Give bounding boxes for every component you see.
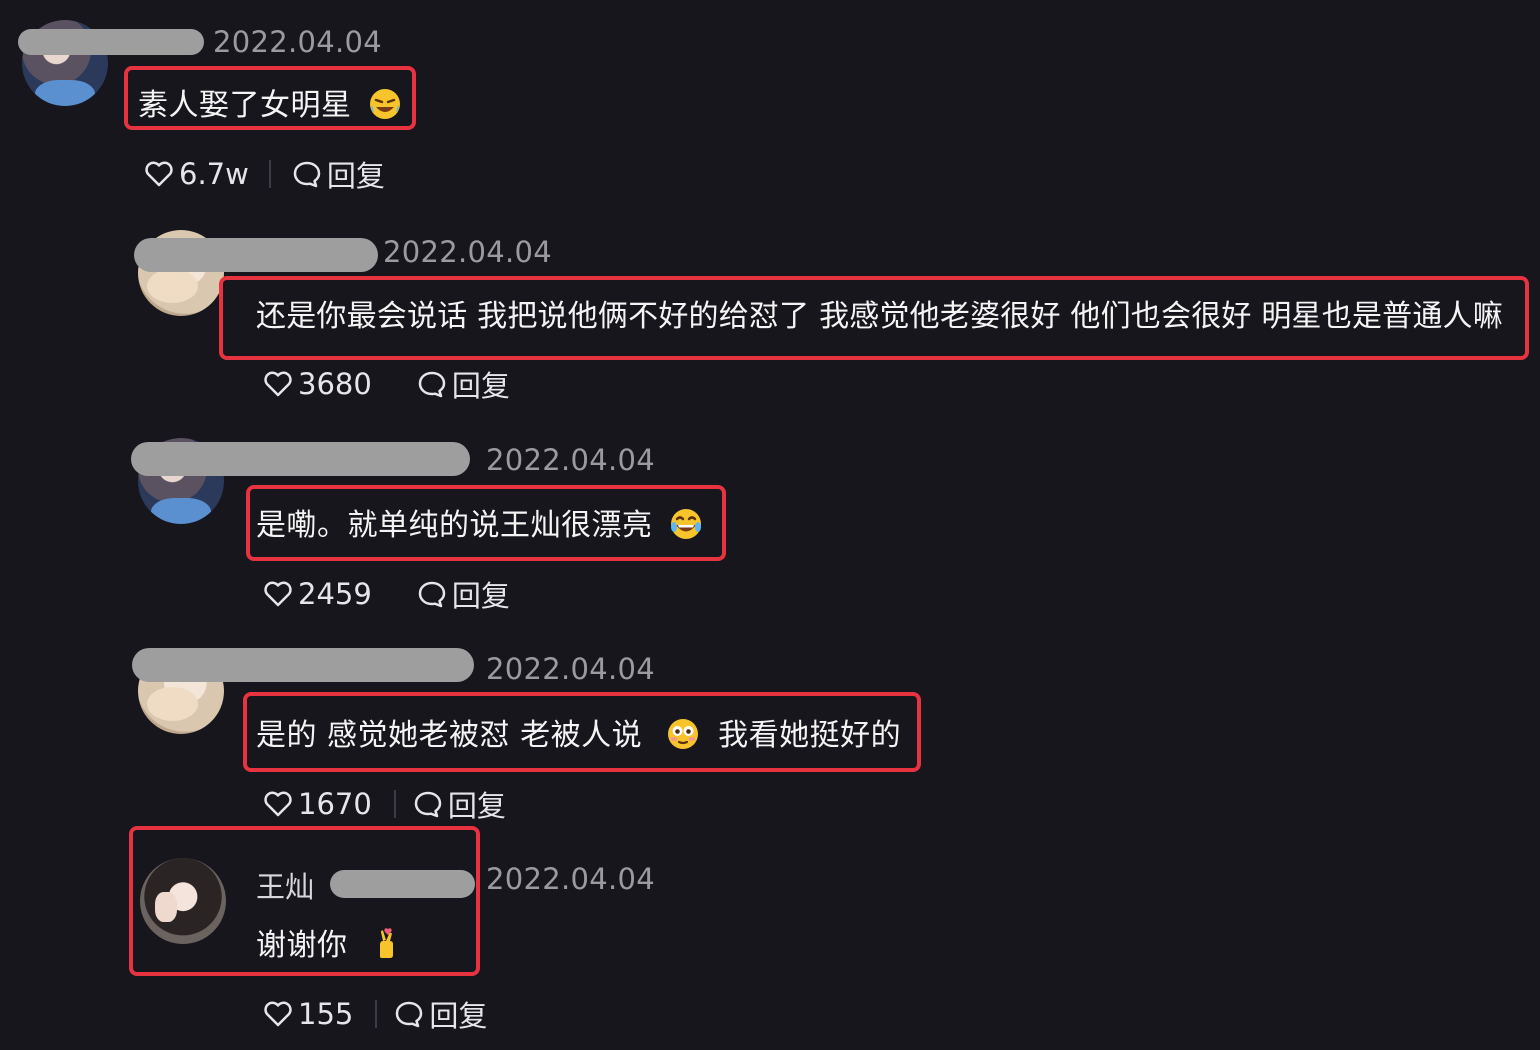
username-redacted	[18, 29, 204, 55]
reply-bubble-icon[interactable]	[416, 578, 448, 610]
heart-icon[interactable]	[143, 158, 175, 190]
reply-bubble-icon[interactable]	[393, 998, 425, 1030]
username-redacted	[132, 648, 474, 682]
divider	[393, 790, 396, 818]
reply-button[interactable]: 回复	[448, 783, 506, 825]
action-row: 3680 回复	[262, 363, 510, 405]
flushed-emoji-icon	[666, 717, 700, 751]
like-count: 6.7w	[179, 157, 249, 191]
comment-text-content: 是嘞。就单纯的说王灿很漂亮	[256, 508, 653, 543]
comment-text-after: 我看她挺好的	[718, 718, 902, 753]
comment-text: 是嘞。就单纯的说王灿很漂亮	[256, 500, 703, 544]
avatar[interactable]	[140, 858, 226, 944]
username-redacted	[131, 442, 470, 476]
heart-icon[interactable]	[262, 788, 294, 820]
like-count: 3680	[298, 367, 372, 401]
action-row: 1670 回复	[262, 783, 506, 825]
divider	[268, 160, 271, 188]
comment-date: 2022.04.04	[486, 862, 656, 896]
rofl-emoji-icon	[368, 87, 402, 121]
reply-button[interactable]: 回复	[327, 153, 385, 195]
comment-text-content: 谢谢你	[256, 928, 348, 963]
action-row: 6.7w 回复	[143, 153, 385, 195]
comment-text: 还是你最会说话 我把说他俩不好的给怼了 我感觉他老婆很好 他们也会很好 明星也是…	[256, 299, 1503, 334]
reply-bubble-icon[interactable]	[412, 788, 444, 820]
comment-text-before: 是的 感觉她老被怼 老被人说	[256, 718, 643, 753]
comment-text: 素人娶了女明星	[138, 80, 402, 124]
action-row: 2459 回复	[262, 573, 510, 615]
tears-of-joy-emoji-icon	[669, 507, 703, 541]
username-redacted	[134, 238, 378, 272]
action-row: 155 回复	[262, 993, 487, 1035]
comment-text: 是的 感觉她老被怼 老被人说 我看她挺好的	[256, 710, 901, 754]
divider	[375, 1000, 378, 1028]
comment-text: 谢谢你	[256, 920, 402, 964]
reply-bubble-icon[interactable]	[291, 158, 323, 190]
finger-heart-emoji-icon	[368, 927, 402, 961]
comment-text-content: 素人娶了女明星	[138, 88, 352, 123]
heart-icon[interactable]	[262, 578, 294, 610]
reply-bubble-icon[interactable]	[416, 368, 448, 400]
comment-date: 2022.04.04	[486, 652, 656, 686]
reply-button[interactable]: 回复	[429, 993, 487, 1035]
comment-date: 2022.04.04	[213, 25, 383, 59]
reply-button[interactable]: 回复	[452, 363, 510, 405]
like-count: 1670	[298, 787, 372, 821]
like-count: 2459	[298, 577, 372, 611]
username-badge-redacted	[330, 870, 475, 898]
like-count: 155	[298, 997, 354, 1031]
reply-button[interactable]: 回复	[452, 573, 510, 615]
heart-icon[interactable]	[262, 368, 294, 400]
comment-date: 2022.04.04	[486, 443, 656, 477]
comment-date: 2022.04.04	[383, 235, 553, 269]
heart-icon[interactable]	[262, 998, 294, 1030]
username[interactable]: 王灿	[256, 864, 314, 906]
